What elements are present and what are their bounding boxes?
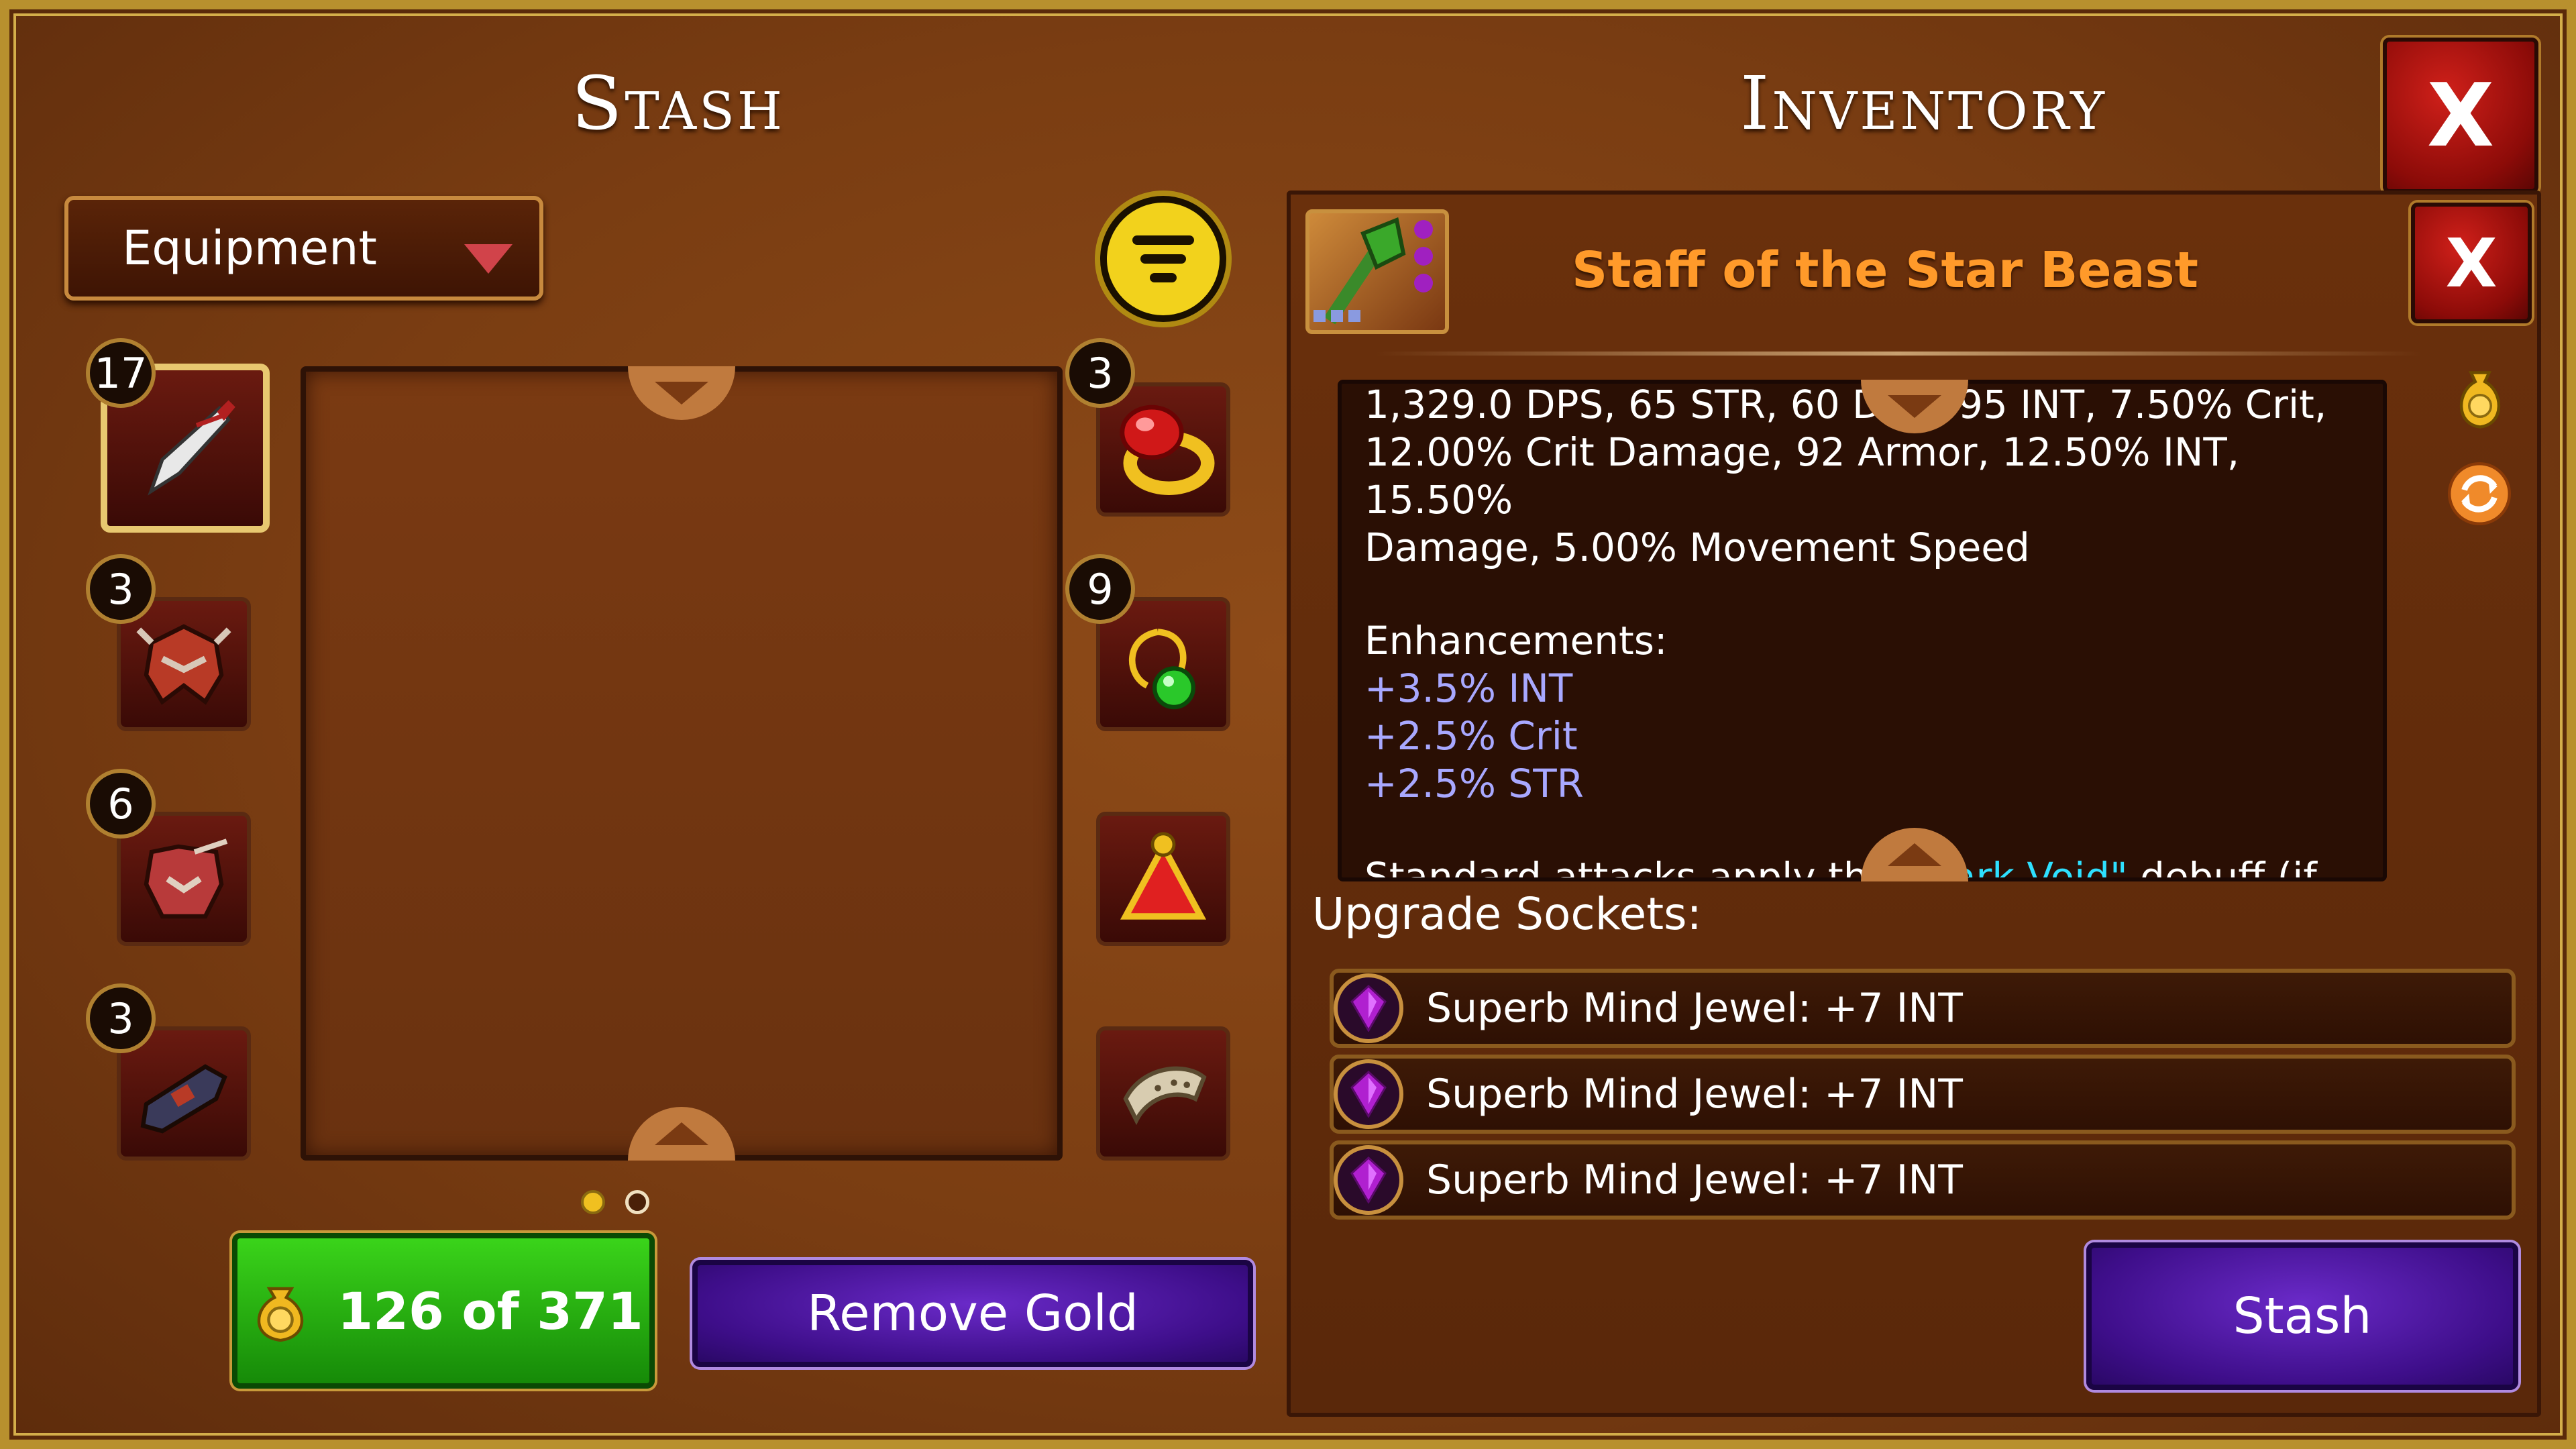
socket-label: Superb Mind Jewel: +7 INT: [1426, 985, 1963, 1032]
slot-relic[interactable]: [1096, 812, 1230, 946]
ring-icon: [1120, 405, 1215, 495]
item-stats-line: 12.00% Crit Damage, 92 Armor, 12.50% INT…: [1364, 429, 2240, 523]
chevron-down-icon: [655, 382, 708, 405]
socket-gem-icon: [1334, 1059, 1403, 1129]
stash-grid[interactable]: [301, 366, 1063, 1161]
helmet-icon: [136, 624, 231, 705]
slot-bracer[interactable]: [1096, 1026, 1230, 1161]
enhancement-line: +2.5% STR: [1364, 761, 1584, 806]
close-item-button[interactable]: X: [2411, 203, 2532, 323]
filter-icon: [1132, 235, 1194, 245]
filter-button[interactable]: [1100, 196, 1226, 322]
item-thumbnail[interactable]: [1305, 209, 1449, 334]
socket-gem-icon: [1334, 1145, 1403, 1215]
dagger-icon: [148, 400, 235, 496]
item-name: Staff of the Star Beast: [1572, 241, 2198, 299]
chevron-up-icon: [1888, 843, 1941, 866]
slot-ring-count: 3: [1065, 338, 1135, 408]
chevron-down-icon: [464, 244, 513, 274]
remove-gold-label: Remove Gold: [807, 1285, 1138, 1342]
enhancement-line: +2.5% Crit: [1364, 713, 1578, 759]
item-stats-line: Damage, 5.00% Movement Speed: [1364, 525, 2030, 570]
staff-icon: [1313, 217, 1433, 325]
enhancements-label: Enhancements:: [1364, 618, 1668, 663]
chevron-down-icon: [1888, 395, 1941, 418]
socket-label: Superb Mind Jewel: +7 INT: [1426, 1071, 1963, 1118]
stash-item-button[interactable]: Stash: [2086, 1242, 2518, 1390]
recycle-icon: [2447, 462, 2512, 526]
item-description[interactable]: 1,329.0 DPS, 65 STR, 60 DEX, 95 INT, 7.5…: [1338, 380, 2387, 881]
enhancement-line: +3.5% INT: [1364, 665, 1573, 711]
chevron-up-icon: [655, 1122, 708, 1145]
salvage-button[interactable]: [2442, 456, 2517, 531]
socket-gem-icon: [1334, 973, 1403, 1043]
close-icon: X: [2426, 64, 2495, 166]
category-dropdown-value: Equipment: [122, 221, 377, 276]
amulet-icon: [1129, 629, 1195, 710]
sell-button[interactable]: [2450, 366, 2510, 429]
scroll-up-button[interactable]: [628, 366, 735, 420]
page-indicator-active[interactable]: [581, 1190, 605, 1214]
socket-label: Superb Mind Jewel: +7 INT: [1426, 1157, 1963, 1203]
slot-amulet-count: 9: [1065, 554, 1135, 624]
gold-amount-button[interactable]: 126 of 371: [232, 1233, 655, 1389]
inventory-title: Inventory: [1740, 60, 2107, 146]
socket-row[interactable]: Superb Mind Jewel: +7 INT: [1330, 1055, 2516, 1134]
upgrade-sockets-label: Upgrade Sockets:: [1312, 888, 1702, 940]
slot-helmet-count: 3: [86, 554, 156, 624]
chest-armor-icon: [144, 839, 228, 919]
close-icon: X: [2445, 223, 2498, 303]
gold-bag-icon: [2459, 371, 2501, 429]
scroll-down-button[interactable]: [628, 1107, 735, 1161]
boots-icon: [140, 1064, 227, 1134]
socket-row[interactable]: Superb Mind Jewel: +7 INT: [1330, 969, 2516, 1048]
page-indicator[interactable]: [625, 1190, 649, 1214]
slot-weapon-count: 17: [86, 338, 156, 408]
socket-row[interactable]: Superb Mind Jewel: +7 INT: [1330, 1140, 2516, 1220]
slot-chest-count: 6: [86, 769, 156, 839]
remove-gold-button[interactable]: Remove Gold: [692, 1260, 1253, 1367]
gold-amount-label: 126 of 371: [337, 1281, 643, 1341]
stash-button-label: Stash: [2233, 1287, 2372, 1345]
relic-icon: [1120, 832, 1207, 920]
close-window-button[interactable]: X: [2383, 38, 2538, 193]
gold-bag-icon: [258, 1287, 304, 1342]
divider: [1375, 352, 2422, 356]
bracer-icon: [1123, 1066, 1207, 1126]
category-dropdown[interactable]: Equipment: [64, 196, 543, 301]
slot-boots-count: 3: [86, 983, 156, 1053]
stash-title: Stash: [572, 60, 786, 146]
